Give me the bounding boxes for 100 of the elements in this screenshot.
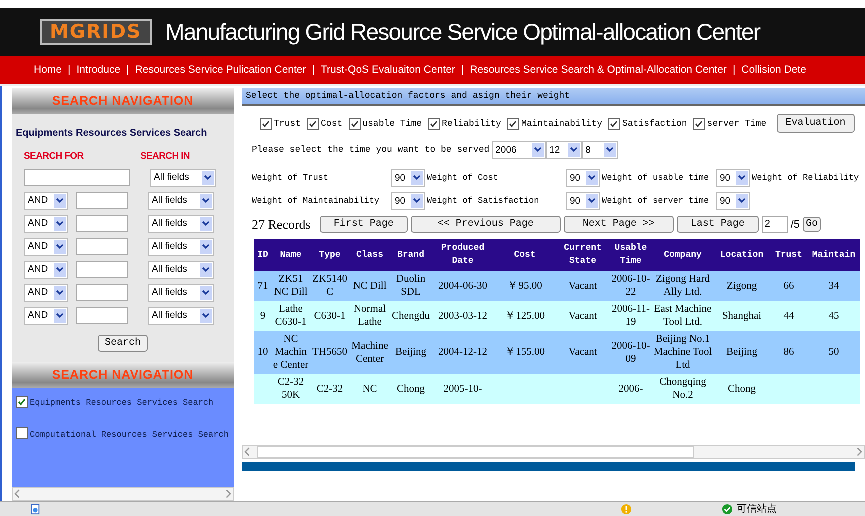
panel-heading: SEARCH NAVIGATION: [12, 362, 234, 388]
caret-icon: [54, 262, 66, 276]
weight-dropdown[interactable]: 90: [391, 192, 425, 210]
search-input[interactable]: [76, 284, 128, 301]
operator-dropdown[interactable]: AND: [24, 238, 68, 256]
horizontal-scrollbar[interactable]: [242, 445, 865, 459]
checkbox[interactable]: [348, 118, 361, 130]
check-icon: [722, 504, 733, 514]
operator-dropdown[interactable]: AND: [24, 306, 68, 324]
search-input[interactable]: [76, 261, 128, 278]
weight-dropdown[interactable]: 90: [391, 169, 425, 187]
search-input[interactable]: [24, 169, 130, 186]
table-cell: Beijing: [396, 347, 426, 358]
operator-dropdown[interactable]: AND: [24, 260, 68, 278]
date-dropdown[interactable]: 12: [546, 141, 582, 159]
column-header: Trust: [770, 239, 808, 271]
checkbox[interactable]: [307, 118, 320, 130]
factor-checkbox[interactable]: usable Time: [348, 118, 422, 130]
date-dropdown[interactable]: 2006: [492, 141, 546, 159]
factor-checkbox[interactable]: Reliability: [428, 118, 502, 130]
weight-dropdown[interactable]: 90: [566, 192, 600, 210]
nav-link[interactable]: Resources Service Search & Optimal-Allocation Center: [470, 64, 727, 76]
page-button[interactable]: Next Page >>: [564, 216, 674, 233]
checkbox[interactable]: [260, 118, 272, 130]
weight-dropdown[interactable]: 90: [716, 169, 750, 187]
column-header: Current State: [556, 239, 610, 271]
time-prompt: Please select the time you want to be served: [252, 145, 490, 155]
category-option[interactable]: Computational Resources Services Search: [16, 427, 230, 441]
field-dropdown[interactable]: All fields: [148, 260, 214, 278]
logo: MGRIDS: [40, 19, 152, 45]
weight-dropdown[interactable]: 90: [716, 192, 750, 210]
nav-link[interactable]: Home: [34, 64, 62, 76]
table-cell: NC: [362, 384, 378, 394]
field-dropdown[interactable]: All fields: [148, 306, 214, 324]
page-button[interactable]: << Previous Page: [410, 216, 561, 233]
nav-link[interactable]: Introduce: [76, 64, 121, 76]
page-button[interactable]: First Page: [320, 216, 408, 233]
nav-link[interactable]: Trust-QoS Evaluaiton Center: [321, 64, 456, 76]
checkbox[interactable]: [428, 118, 440, 130]
table-cell: 86: [784, 347, 794, 358]
table-cell: Chengdu: [392, 310, 430, 322]
search-input[interactable]: [76, 307, 128, 324]
caret-icon: [411, 194, 423, 208]
weight-label: Weight of Reliability: [752, 173, 860, 183]
page-total: /5: [790, 218, 800, 230]
search-input[interactable]: [76, 192, 128, 209]
date-dropdown[interactable]: 8: [582, 141, 618, 159]
field-dropdown[interactable]: All fields: [148, 238, 214, 256]
nav-separator: |: [68, 64, 71, 76]
page-button[interactable]: Last Page: [676, 216, 759, 233]
column-header: Location: [714, 239, 770, 271]
checkbox[interactable]: [16, 427, 28, 439]
caret-icon: [54, 194, 66, 208]
table-cell: Beijing No.1 Machine Tool Ltd: [654, 334, 712, 371]
factor-checkbox[interactable]: Satisfaction: [608, 118, 688, 130]
table-cell: Chong: [396, 384, 425, 394]
table-cell: NC Dill: [353, 280, 387, 292]
table-cell: NC Machine Center: [273, 334, 309, 371]
table-cell: Normal Lathe: [354, 304, 386, 328]
nav-link[interactable]: Resources Service Pulication Center: [135, 64, 306, 76]
table-cell: 66: [784, 280, 794, 292]
table-cell: Beijing: [726, 347, 758, 358]
search-button[interactable]: Search: [98, 335, 148, 352]
table-cell: 2006-11-19: [612, 304, 650, 328]
factor-checkbox[interactable]: Cost: [307, 118, 343, 130]
caret-icon: [532, 143, 544, 157]
evaluation-button[interactable]: Evaluation: [776, 114, 855, 133]
operator-dropdown[interactable]: AND: [24, 284, 68, 302]
checkbox[interactable]: [16, 396, 28, 408]
go-button[interactable]: Go: [803, 217, 822, 232]
field-dropdown[interactable]: All fields: [150, 168, 216, 186]
checkbox[interactable]: [507, 118, 520, 130]
checkbox[interactable]: [693, 118, 706, 130]
page-input[interactable]: 2: [762, 216, 788, 233]
checkbox[interactable]: [608, 118, 620, 130]
field-dropdown[interactable]: All fields: [148, 284, 214, 302]
field-dropdown[interactable]: All fields: [148, 214, 214, 232]
caret-icon: [54, 240, 66, 254]
operator-dropdown[interactable]: AND: [24, 192, 68, 210]
factor-checkbox[interactable]: server Time: [693, 118, 767, 130]
caret-icon: [54, 286, 66, 300]
field-dropdown[interactable]: All fields: [148, 192, 214, 210]
nav-separator: |: [126, 64, 130, 76]
nav-link[interactable]: Collision Dete: [742, 64, 806, 76]
horizontal-scrollbar[interactable]: [12, 487, 234, 501]
column-header: Company: [652, 239, 714, 271]
factor-checkbox[interactable]: Maintainability: [507, 118, 602, 130]
table-cell: C630-1: [314, 310, 346, 322]
column-header: Produced Date: [432, 239, 494, 271]
factor-checkbox[interactable]: Trust: [260, 118, 302, 130]
weight-dropdown[interactable]: 90: [566, 169, 600, 187]
table-cell: ZK51 NC Dill: [274, 274, 308, 298]
caret-icon: [200, 194, 212, 208]
search-input[interactable]: [76, 238, 128, 255]
category-option[interactable]: Equipments Resources Services Search: [16, 396, 230, 409]
operator-dropdown[interactable]: AND: [24, 214, 68, 232]
table-cell: Duolin SDL: [396, 274, 426, 298]
search-in-label: SEARCH IN: [140, 151, 190, 162]
table-cell: ￥155.00: [505, 347, 545, 358]
search-input[interactable]: [76, 215, 128, 232]
